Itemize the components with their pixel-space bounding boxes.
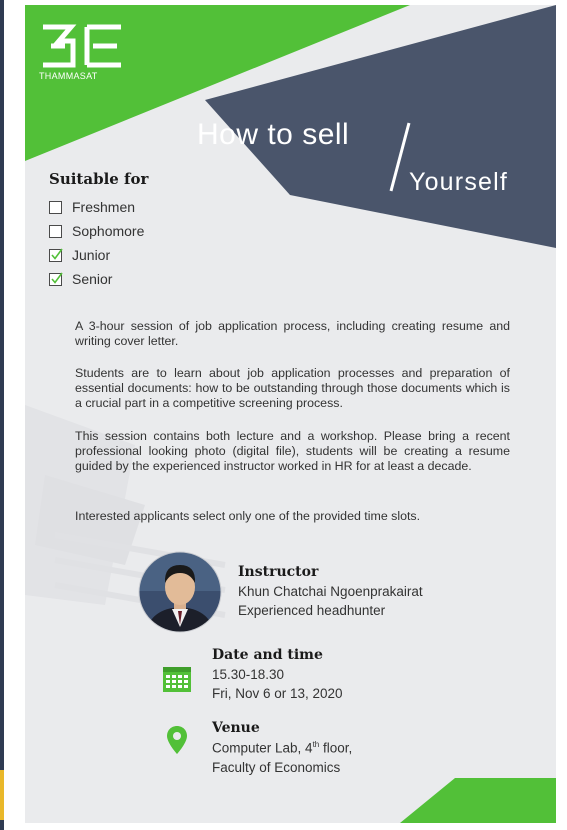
left-edge-strip bbox=[0, 0, 4, 830]
green-bottom-corner bbox=[400, 778, 556, 823]
left-edge-accent bbox=[0, 770, 4, 820]
poster: THAMMASAT How to sell Yourself Suitable … bbox=[25, 5, 556, 823]
